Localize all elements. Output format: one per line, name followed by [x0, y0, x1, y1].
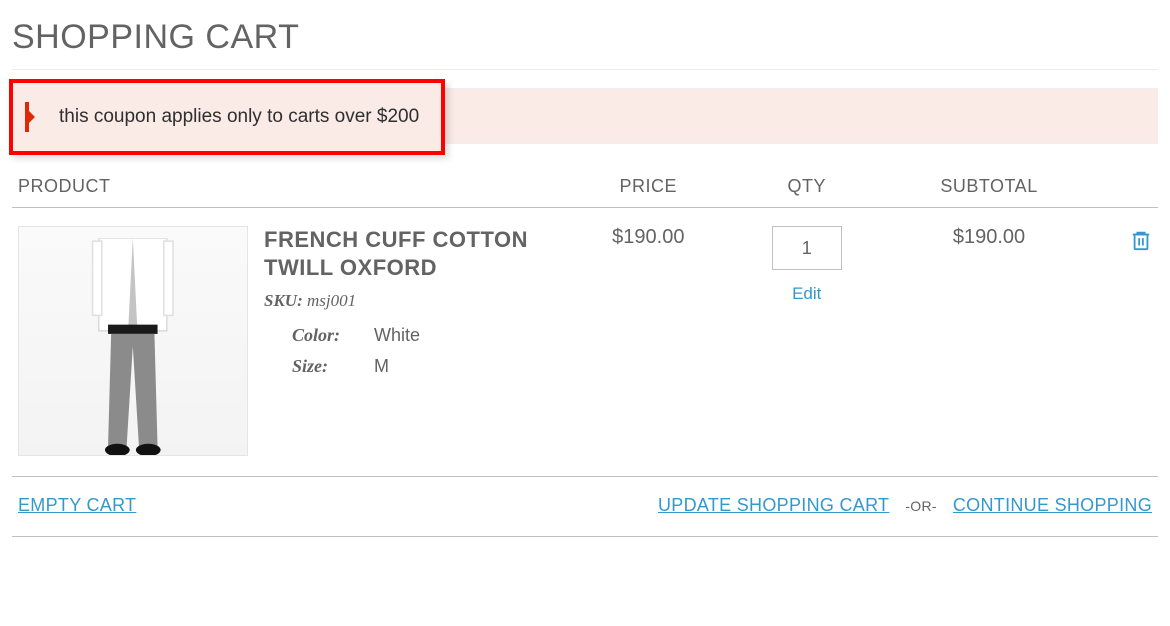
- cart-table: PRODUCT PRICE QTY SUBTOTAL: [12, 162, 1158, 537]
- or-separator: -OR-: [905, 498, 937, 514]
- sku-value: msj001: [307, 291, 356, 310]
- col-header-qty: QTY: [729, 162, 885, 208]
- col-header-price: PRICE: [568, 162, 729, 208]
- col-header-product: PRODUCT: [12, 162, 568, 208]
- option-size: Size: M: [292, 356, 562, 377]
- cart-item-row: FRENCH CUFF COTTON TWILL OXFORD SKU: msj…: [12, 208, 1158, 477]
- col-header-actions: [1093, 162, 1158, 208]
- remove-item-button[interactable]: [1130, 228, 1152, 257]
- edit-item-link[interactable]: Edit: [792, 284, 821, 304]
- option-color-value: White: [374, 325, 420, 346]
- trash-icon: [1130, 228, 1152, 252]
- update-cart-button[interactable]: UPDATE SHOPPING CART: [658, 495, 889, 516]
- notice-bar: this coupon applies only to carts over $…: [12, 88, 1158, 144]
- continue-shopping-button[interactable]: CONTINUE SHOPPING: [953, 495, 1152, 516]
- empty-cart-button[interactable]: EMPTY CART: [18, 495, 136, 516]
- page-title: SHOPPING CART: [12, 18, 1158, 70]
- product-image[interactable]: [18, 226, 248, 456]
- sku-label: SKU:: [264, 291, 303, 310]
- mannequin-icon: [53, 238, 213, 455]
- option-color-label: Color:: [292, 325, 354, 346]
- option-color: Color: White: [292, 325, 562, 346]
- option-size-label: Size:: [292, 356, 354, 377]
- col-header-subtotal: SUBTOTAL: [885, 162, 1093, 208]
- arrow-right-icon: [25, 107, 35, 127]
- product-name[interactable]: FRENCH CUFF COTTON TWILL OXFORD: [264, 226, 562, 281]
- notice-text: this coupon applies only to carts over $…: [59, 106, 419, 128]
- qty-input[interactable]: [772, 226, 842, 270]
- notice-highlight: this coupon applies only to carts over $…: [9, 79, 445, 155]
- product-sku: SKU: msj001: [264, 291, 562, 311]
- cart-actions-row: EMPTY CART UPDATE SHOPPING CART -OR- CON…: [12, 477, 1158, 537]
- option-size-value: M: [374, 356, 389, 377]
- item-price: $190.00: [568, 208, 729, 477]
- item-subtotal: $190.00: [885, 208, 1093, 477]
